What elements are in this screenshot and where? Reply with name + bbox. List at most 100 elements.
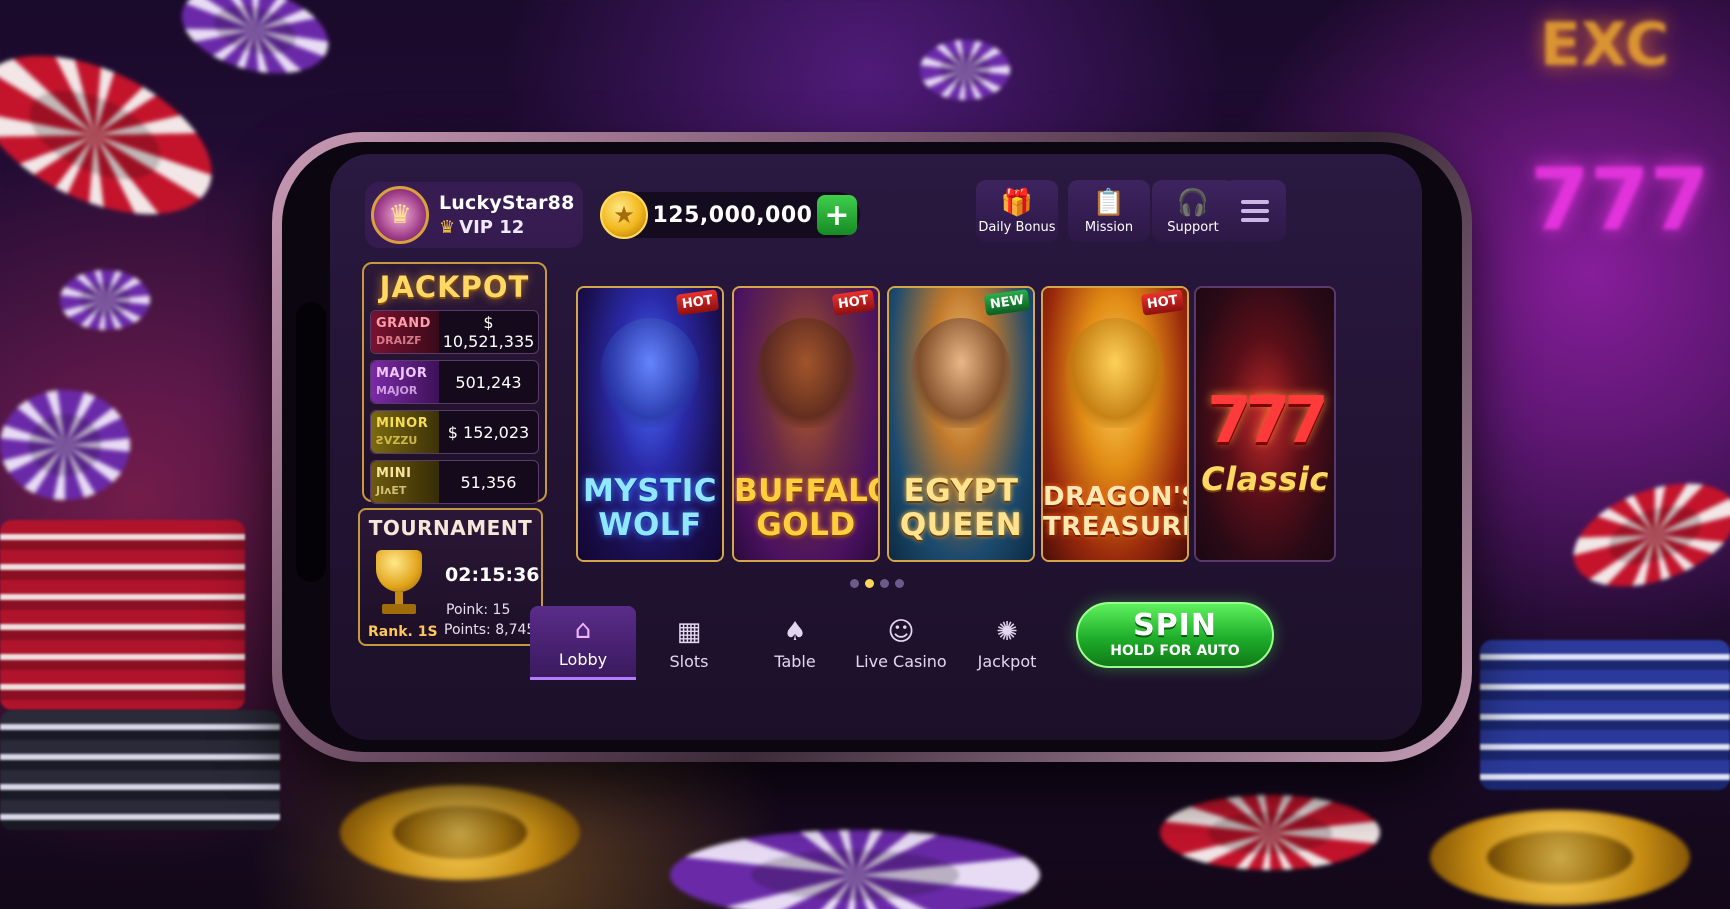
coin-balance: ★ 125,000,000 + bbox=[600, 191, 860, 239]
balance-amount: 125,000,000 bbox=[652, 202, 813, 228]
jackpot-row-major: MAJOR MAJOR 501,243 bbox=[370, 360, 539, 404]
tier-name: GRAND bbox=[376, 316, 431, 331]
game-card-mystic-wolf[interactable]: HOT MYSTIC WOLF bbox=[576, 286, 724, 562]
support-label: Support bbox=[1167, 219, 1219, 235]
pager-dot[interactable] bbox=[895, 579, 904, 588]
dragon-icon bbox=[1065, 318, 1165, 428]
nav-slots[interactable]: ▦ Slots bbox=[636, 606, 742, 680]
hamburger-menu-button[interactable] bbox=[1224, 180, 1286, 242]
headset-icon: 🎧 bbox=[1176, 187, 1210, 218]
game-card-egypt-queen[interactable]: NEW EGYPT QUEEN bbox=[887, 286, 1035, 562]
jackpot-row-grand: GRAND DRAIZF $ 10,521,335 bbox=[370, 310, 539, 354]
avatar[interactable]: ♛ bbox=[371, 186, 429, 244]
username: LuckyStar88 bbox=[439, 192, 575, 214]
tier-name: MAJOR bbox=[376, 366, 428, 381]
daily-bonus-button[interactable]: 🎁 Daily Bonus bbox=[976, 180, 1058, 242]
jackpot-panel[interactable]: JACKPOT GRAND DRAIZF $ 10,521,335 MAJOR MA… bbox=[362, 262, 547, 504]
tournament-timer: 02:15:36 bbox=[445, 564, 540, 586]
phone-notch bbox=[296, 302, 326, 582]
chip-stack bbox=[1480, 640, 1730, 790]
background-chip bbox=[172, 0, 338, 89]
game-title: EGYPT QUEEN bbox=[899, 473, 1023, 543]
background-chip bbox=[1430, 810, 1690, 905]
tier-value: $ 152,023 bbox=[447, 422, 530, 442]
buffalo-icon bbox=[756, 318, 856, 428]
wolf-icon bbox=[600, 318, 700, 428]
tier-sub: JIʌET bbox=[376, 484, 407, 497]
trophy-icon bbox=[368, 550, 430, 618]
pager-dot[interactable] bbox=[850, 579, 859, 588]
tournament-poink: Poink: 15 bbox=[446, 602, 511, 618]
nav-table[interactable]: ♠ Table bbox=[742, 606, 848, 680]
chip-stack bbox=[0, 520, 245, 710]
chip-stack bbox=[0, 710, 280, 830]
game-card-777-classic[interactable]: 777 Classic bbox=[1194, 286, 1336, 562]
slots-icon: ▦ bbox=[676, 616, 702, 647]
tier-value: 51,356 bbox=[460, 472, 517, 492]
game-title: BUFFALO GOLD bbox=[734, 473, 880, 543]
menu-icon bbox=[1241, 200, 1269, 204]
spin-button[interactable]: SPIN HOLD FOR AUTO bbox=[1076, 602, 1274, 668]
background-chip bbox=[920, 40, 1010, 100]
pager-dot-active[interactable] bbox=[865, 579, 874, 588]
tier-name: MINI bbox=[376, 466, 412, 481]
vip-level: ♛ VIP 12 bbox=[439, 217, 575, 238]
background-chip bbox=[1559, 463, 1730, 607]
tournament-points: Points: 8,745 bbox=[444, 622, 536, 638]
background-chip bbox=[340, 785, 580, 880]
vip-label: VIP 12 bbox=[459, 217, 525, 238]
tier-value: $ 10,521,335 bbox=[442, 313, 535, 351]
gift-icon: 🎁 bbox=[1000, 187, 1034, 218]
cards-icon: ♠ bbox=[783, 616, 807, 647]
background-chip bbox=[0, 390, 130, 500]
carousel-pager bbox=[850, 579, 904, 588]
nav-jackpot[interactable]: ✺ Jackpot bbox=[954, 606, 1060, 680]
mission-button[interactable]: 📋 Mission bbox=[1068, 180, 1150, 242]
tournament-panel[interactable]: TOURNAMENT 02:15:36 Poink: 15 Points: 8,… bbox=[358, 508, 543, 646]
clipboard-icon: 📋 bbox=[1092, 187, 1126, 218]
mission-label: Mission bbox=[1084, 219, 1134, 235]
game-title: Classic bbox=[1201, 460, 1329, 498]
add-coins-button[interactable]: + bbox=[817, 195, 857, 235]
sevens-logo: 777 bbox=[1207, 384, 1329, 458]
nav-label: Slots bbox=[669, 651, 709, 671]
background-chip bbox=[1160, 795, 1380, 870]
tier-value: 501,243 bbox=[455, 372, 522, 392]
nav-live-casino[interactable]: ☺ Live Casino bbox=[848, 606, 954, 680]
game-card-dragons-treasure[interactable]: HOT DRAGON'S TREASURE bbox=[1041, 286, 1189, 562]
coin-icon: ★ bbox=[600, 191, 648, 239]
tournament-rank: Rank. 1S bbox=[368, 624, 438, 640]
spin-sublabel: HOLD FOR AUTO bbox=[1110, 643, 1240, 659]
jackpot-row-mini: MINI JIʌET 51,356 bbox=[370, 460, 539, 504]
jackpot-title: JACKPOT bbox=[379, 270, 530, 304]
background-chip bbox=[0, 23, 236, 247]
bottom-nav: ⌂ Lobby ▦ Slots ♠ Table ☺ Live Casino ✺ bbox=[530, 606, 1060, 680]
phone-frame: ♛ LuckyStar88 ♛ VIP 12 ★ 125,000,000 + 🎁 … bbox=[272, 132, 1472, 762]
crown-icon: ♛ bbox=[439, 217, 456, 238]
jackpot-row-minor: MINOR ƧVZZU $ 152,023 bbox=[370, 410, 539, 454]
nav-label: Table bbox=[774, 651, 816, 671]
tournament-title: TOURNAMENT bbox=[368, 516, 533, 540]
spin-label: SPIN bbox=[1133, 608, 1217, 643]
dealer-icon: ☺ bbox=[887, 616, 915, 647]
support-button[interactable]: 🎧 Support bbox=[1152, 180, 1234, 242]
neon-sign: 777 bbox=[1530, 150, 1710, 250]
tier-sub: MAJOR bbox=[376, 384, 418, 397]
jackpot-icon: ✺ bbox=[996, 616, 1018, 647]
game-card-buffalo-gold[interactable]: HOT BUFFALO GOLD bbox=[732, 286, 880, 562]
nav-label: Jackpot bbox=[977, 651, 1037, 671]
house-icon: ⌂ bbox=[574, 615, 592, 645]
phone-screen: ♛ LuckyStar88 ♛ VIP 12 ★ 125,000,000 + 🎁 … bbox=[282, 142, 1462, 752]
casino-lobby: ♛ LuckyStar88 ♛ VIP 12 ★ 125,000,000 + 🎁 … bbox=[330, 154, 1422, 740]
pager-dot[interactable] bbox=[880, 579, 889, 588]
nav-label: Lobby bbox=[558, 650, 608, 669]
nav-lobby[interactable]: ⌂ Lobby bbox=[530, 606, 636, 680]
nav-label: Live Casino bbox=[855, 651, 947, 671]
background-chip bbox=[60, 270, 150, 330]
background-chip bbox=[670, 830, 1040, 909]
queen-icon bbox=[911, 318, 1011, 428]
game-title: MYSTIC WOLF bbox=[582, 473, 718, 543]
tier-name: MINOR bbox=[376, 416, 429, 431]
neon-sign: EXC bbox=[1540, 10, 1670, 80]
profile-card[interactable]: ♛ LuckyStar88 ♛ VIP 12 bbox=[365, 182, 583, 248]
